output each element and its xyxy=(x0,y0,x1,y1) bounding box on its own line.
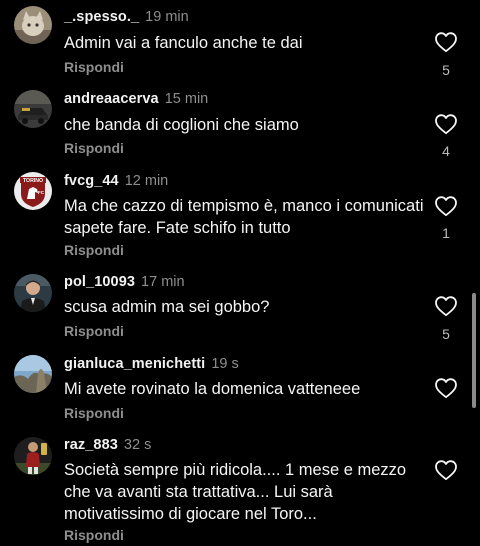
comment-meta: _.spesso._ 19 min xyxy=(64,9,189,25)
timestamp: 32 s xyxy=(123,437,152,453)
comment-text: scusa admin ma sei gobbo? xyxy=(64,298,270,316)
timestamp: 12 min xyxy=(124,173,169,189)
person-photo-avatar-icon xyxy=(14,274,52,312)
avatar[interactable] xyxy=(14,90,52,128)
reply-button[interactable]: Rispondi xyxy=(64,140,124,156)
heart-icon xyxy=(435,460,457,481)
heart-icon xyxy=(435,296,457,317)
svg-text:TORINO: TORINO xyxy=(23,178,43,184)
username[interactable]: _.spesso._ xyxy=(64,9,139,25)
timestamp: 19 s xyxy=(211,356,239,372)
comment-meta: pol_10093 17 min xyxy=(64,274,185,290)
avatar[interactable] xyxy=(14,437,52,475)
username[interactable]: gianluca_menichetti xyxy=(64,356,205,372)
cat-photo-avatar-icon xyxy=(14,6,52,44)
like-count: 5 xyxy=(442,62,450,78)
username[interactable]: fvcg_44 xyxy=(64,173,119,189)
heart-icon xyxy=(435,32,457,53)
comment-meta: raz_883 32 s xyxy=(64,437,151,453)
like-button[interactable] xyxy=(434,377,458,399)
like-button[interactable] xyxy=(434,195,458,217)
landscape-photo-avatar-icon xyxy=(14,355,52,393)
username[interactable]: raz_883 xyxy=(64,437,118,453)
comment-meta: fvcg_44 12 min xyxy=(64,173,168,189)
like-count: 5 xyxy=(442,326,450,342)
username[interactable]: pol_10093 xyxy=(64,274,135,290)
timestamp: 17 min xyxy=(141,274,185,290)
like-button[interactable] xyxy=(434,459,458,481)
like-button[interactable] xyxy=(434,31,458,53)
comment-text: Admin vai a fanculo anche te dai xyxy=(64,34,303,52)
heart-icon xyxy=(435,196,457,217)
avatar[interactable] xyxy=(14,274,52,312)
avatar[interactable] xyxy=(14,355,52,393)
comment-text: Società sempre più ridicola.... 1 mese e… xyxy=(64,461,407,523)
avatar[interactable] xyxy=(14,6,52,44)
reply-button[interactable]: Rispondi xyxy=(64,242,124,258)
reply-button[interactable]: Rispondi xyxy=(64,59,124,75)
svg-text:FC: FC xyxy=(38,190,45,195)
timestamp: 15 min xyxy=(164,91,209,107)
like-button[interactable] xyxy=(434,113,458,135)
player-photo-avatar-icon xyxy=(14,437,52,475)
car-photo-avatar-icon xyxy=(14,90,52,128)
comment-text: che banda di coglioni che siamo xyxy=(64,116,299,134)
comment-text: Ma che cazzo di tempismo è, manco i comu… xyxy=(64,197,424,237)
username[interactable]: andreaacerva xyxy=(64,91,159,107)
like-count: 1 xyxy=(442,225,450,241)
reply-button[interactable]: Rispondi xyxy=(64,323,124,339)
avatar[interactable]: TORINO FC xyxy=(14,172,52,210)
reply-button[interactable]: Rispondi xyxy=(64,405,124,421)
heart-icon xyxy=(435,378,457,399)
timestamp: 19 min xyxy=(145,9,189,25)
scrollbar[interactable] xyxy=(472,293,476,408)
comment-meta: andreaacerva 15 min xyxy=(64,91,208,107)
like-count: 4 xyxy=(442,143,450,159)
heart-icon xyxy=(435,114,457,135)
reply-button[interactable]: Rispondi xyxy=(64,527,124,543)
comment-text: Mi avete rovinato la domenica vatteneee xyxy=(64,380,361,398)
comment-meta: gianluca_menichetti 19 s xyxy=(64,356,239,372)
torino-fc-crest-avatar-icon: TORINO FC xyxy=(14,172,52,210)
like-button[interactable] xyxy=(434,295,458,317)
